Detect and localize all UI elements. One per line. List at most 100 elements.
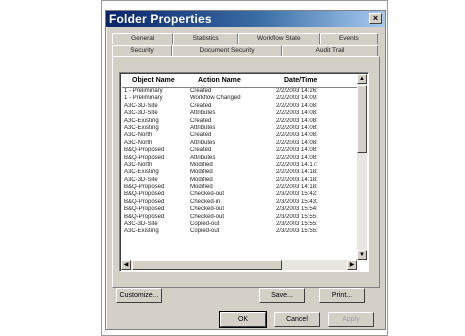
table-row[interactable]: A3C-3D-Site Created 2/2/2003 14:08: xyxy=(122,103,360,110)
table-row[interactable]: A3C-Existing Copied-out 2/3/2003 15:55: xyxy=(122,228,360,235)
vertical-scrollbar[interactable]: ▲ ▼ xyxy=(357,74,367,260)
object-name-cell: B&Q-Proposed xyxy=(124,191,165,198)
object-name-cell: 1 - Preliminary xyxy=(124,95,163,102)
column-header-object-name[interactable]: Object Name xyxy=(122,75,188,87)
date-time-cell: 2/3/2003 15:55: xyxy=(276,213,318,220)
arrow-down-icon: ▼ xyxy=(359,252,365,258)
object-name-cell: 1 - Preliminary xyxy=(124,88,163,94)
date-time-cell: 2/2/2003 14:08: xyxy=(276,147,318,154)
table-row[interactable]: B&Q-Proposed Checked-out 2/3/2003 15:42: xyxy=(122,191,360,198)
object-name-cell: A3C-Existing xyxy=(124,124,159,131)
object-name-cell: A3C-Existing xyxy=(124,228,159,235)
arrow-up-icon: ▲ xyxy=(359,76,365,82)
object-name-cell: B&Q-Proposed xyxy=(124,147,165,154)
date-time-cell: 2/2/2003 14:08: xyxy=(276,124,318,131)
action-name-cell: Attributes xyxy=(190,124,216,131)
date-time-cell: 2/2/2003 14:08: xyxy=(276,132,318,139)
table-row[interactable]: B&Q-Proposed Modified 2/2/2003 14:18: xyxy=(122,184,360,191)
close-button[interactable]: × xyxy=(369,13,382,24)
object-name-cell: A3C-3D-Site xyxy=(124,221,158,228)
scroll-left-button[interactable]: ◀ xyxy=(121,260,131,270)
save-button[interactable]: Save... xyxy=(259,288,305,303)
table-row[interactable]: A3C-3D-Site Attributes 2/2/2003 14:08: xyxy=(122,110,360,117)
table-row[interactable]: B&Q-Proposed Checked-in 2/3/2003 15:43: xyxy=(122,199,360,206)
print-button[interactable]: Print... xyxy=(319,288,365,303)
action-name-cell: Created xyxy=(190,147,212,154)
table-row[interactable]: A3C-North Created 2/2/2003 14:08: xyxy=(122,132,360,139)
scroll-right-button[interactable]: ▶ xyxy=(347,260,357,270)
audit-trail-list[interactable]: Object Name Action Name Date/Time 1 - Pr… xyxy=(119,72,369,272)
date-time-cell: 2/3/2003 15:54: xyxy=(276,206,318,213)
cancel-button[interactable]: Cancel xyxy=(274,312,320,327)
object-name-cell: A3C-3D-Site xyxy=(124,110,158,117)
object-name-cell: A3C-North xyxy=(124,132,153,139)
customize-button[interactable]: Customize... xyxy=(116,288,162,303)
table-row[interactable]: B&Q-Proposed Created 2/2/2003 14:08: xyxy=(122,147,360,154)
scroll-down-button[interactable]: ▼ xyxy=(357,250,367,260)
tab-document-security[interactable]: Document Security xyxy=(172,45,282,56)
table-row[interactable]: A3C-Existing Created 2/2/2003 14:08: xyxy=(122,118,360,125)
object-name-cell: A3C-3D-Site xyxy=(124,102,158,109)
object-name-cell: B&Q-Proposed xyxy=(124,213,165,220)
action-name-cell: Created xyxy=(190,117,212,124)
action-name-cell: Modified xyxy=(190,176,213,183)
table-row[interactable]: A3C-3D-Site Copied-out 2/3/2003 15:55: xyxy=(122,221,360,228)
vertical-scroll-thumb[interactable] xyxy=(357,85,367,153)
date-time-cell: 2/3/2003 15:43: xyxy=(276,198,318,205)
date-time-cell: 2/2/2003 14:08: xyxy=(276,154,318,161)
tab-audit-trail[interactable]: Audit Trail xyxy=(282,45,378,56)
table-row[interactable]: B&Q-Proposed Attributes 2/2/2003 14:08: xyxy=(122,155,360,162)
arrow-right-icon: ▶ xyxy=(349,262,355,268)
table-row[interactable]: 1 - Preliminary Workflow Changed 2/2/2003 … xyxy=(122,95,360,102)
horizontal-scroll-thumb[interactable] xyxy=(132,260,282,270)
table-row[interactable]: A3C-Existing Attributes 2/2/2003 14:08: xyxy=(122,125,360,132)
tab-general[interactable]: General xyxy=(112,33,174,44)
table-row[interactable]: A3C-North Modified 2/2/2003 14:17: xyxy=(122,162,360,169)
action-name-cell: Copied-out xyxy=(190,221,220,228)
date-time-cell: 2/2/2003 14:09: xyxy=(276,95,318,102)
table-row[interactable]: A3C-North Attributes 2/2/2003 14:08: xyxy=(122,140,360,147)
date-time-cell: 2/2/2003 14:18: xyxy=(276,176,318,183)
table-row[interactable]: B&Q-Proposed Checked-out 2/3/2003 15:54: xyxy=(122,206,360,213)
object-name-cell: B&Q-Proposed xyxy=(124,206,165,213)
tab-events[interactable]: Events xyxy=(319,33,378,44)
audit-trail-grid: Object Name Action Name Date/Time 1 - Pr… xyxy=(122,75,360,236)
date-time-cell: 2/3/2003 15:55: xyxy=(276,221,318,228)
object-name-cell: A3C-Existing xyxy=(124,117,159,124)
object-name-cell: A3C-North xyxy=(124,139,153,146)
action-name-cell: Attributes xyxy=(190,154,216,161)
column-header-date-time[interactable]: Date/Time xyxy=(274,75,360,87)
list-header: Object Name Action Name Date/Time xyxy=(122,75,360,88)
date-time-cell: 2/2/2003 14:17: xyxy=(276,161,318,168)
table-row[interactable]: A3C-3D-Site Modified 2/2/2003 14:18: xyxy=(122,177,360,184)
ok-button[interactable]: OK xyxy=(219,311,267,328)
tab-statistics[interactable]: Statistics xyxy=(173,33,238,44)
object-name-cell: A3C-North xyxy=(124,161,153,168)
table-row[interactable]: A3C-Existing Modified 2/2/2003 14:18: xyxy=(122,169,360,176)
table-row[interactable]: B&Q-Proposed Checked-out 2/3/2003 15:55: xyxy=(122,214,360,221)
table-row[interactable]: 1 - Preliminary Created 2/2/2003 14:26: xyxy=(122,88,360,95)
column-header-action-name[interactable]: Action Name xyxy=(188,75,274,87)
window-title: Folder Properties xyxy=(109,12,212,26)
action-name-cell: Copied-out xyxy=(190,228,220,235)
object-name-cell: B&Q-Proposed xyxy=(124,184,165,191)
action-name-cell: Checked-in xyxy=(190,198,221,205)
action-name-cell: Created xyxy=(190,102,212,109)
object-name-cell: B&Q-Proposed xyxy=(124,154,165,161)
tab-workflow-state[interactable]: Workflow State xyxy=(237,33,320,44)
scroll-up-button[interactable]: ▲ xyxy=(357,74,367,84)
date-time-cell: 2/2/2003 14:08: xyxy=(276,139,318,146)
horizontal-scrollbar[interactable]: ◀ ▶ xyxy=(121,260,357,270)
action-name-cell: Workflow Changed xyxy=(190,95,241,102)
action-name-cell: Modified xyxy=(190,184,213,191)
tab-row-1: General Statistics Workflow State Events xyxy=(112,33,378,44)
title-bar[interactable]: Folder Properties × xyxy=(106,11,385,27)
date-time-cell: 2/2/2003 14:18: xyxy=(276,169,318,176)
apply-button[interactable]: Apply xyxy=(328,312,374,327)
date-time-cell: 2/2/2003 14:18: xyxy=(276,184,318,191)
date-time-cell: 2/3/2003 15:42: xyxy=(276,191,318,198)
arrow-left-icon: ◀ xyxy=(123,262,129,268)
action-name-cell: Created xyxy=(190,132,212,139)
tab-security[interactable]: Security xyxy=(112,45,172,56)
date-time-cell: 2/2/2003 14:08: xyxy=(276,110,318,117)
